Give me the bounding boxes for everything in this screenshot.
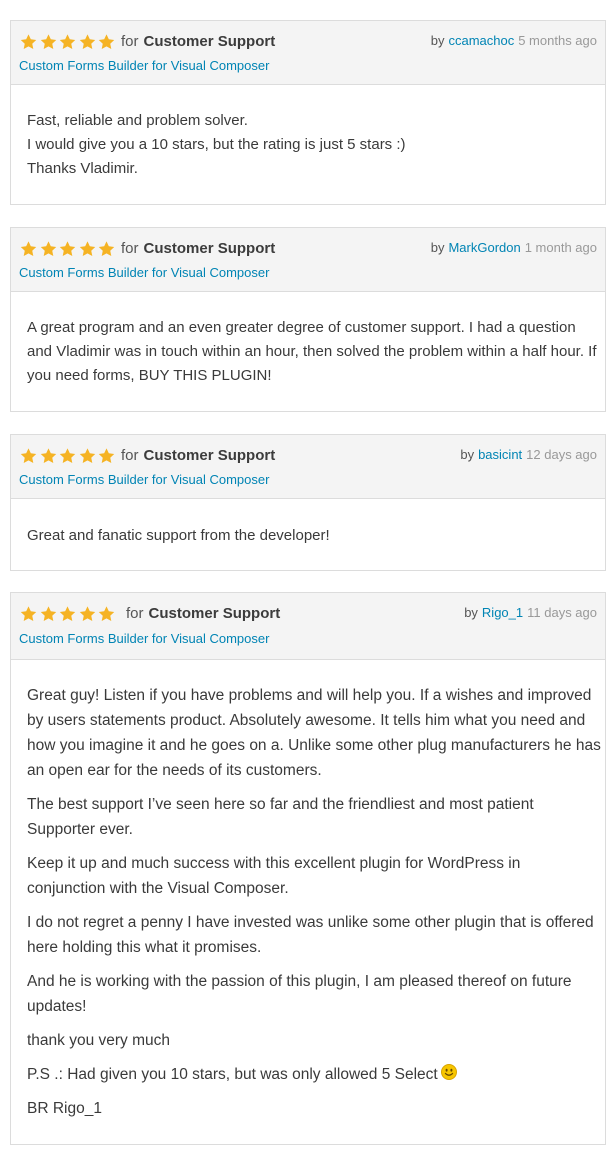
star-rating xyxy=(19,447,117,465)
star-icon xyxy=(78,240,97,258)
review-time: 11 days ago xyxy=(527,605,597,620)
review-category-line: for Customer Support xyxy=(121,240,275,257)
review-header: for Customer Support Custom Forms Builder… xyxy=(11,21,605,85)
star-icon xyxy=(19,605,38,623)
review-header: for Customer Support Custom Forms Builder… xyxy=(11,228,605,292)
star-icon xyxy=(19,33,38,51)
review-paragraph: And he is working with the passion of th… xyxy=(27,973,572,1015)
review-text-line: Thanks Vladimir. xyxy=(27,160,138,177)
review-paragraph-with-emoji: P.S .: Had given you 10 stars, but was o… xyxy=(27,1062,601,1087)
review-meta: by MarkGordon 1 month ago xyxy=(431,240,597,255)
review-category-line: for Customer Support xyxy=(121,447,275,464)
for-word: for xyxy=(121,447,139,464)
review-meta: by Rigo_1 11 days ago xyxy=(464,605,597,620)
author-link[interactable]: ccamachoc xyxy=(448,33,514,48)
star-icon xyxy=(97,33,116,51)
star-icon xyxy=(19,240,38,258)
smiley-emoji-icon xyxy=(440,1064,457,1080)
review-paragraph: Keep it up and much success with this ex… xyxy=(27,855,521,897)
review-meta: by ccamachoc 5 months ago xyxy=(431,33,597,48)
author-link[interactable]: MarkGordon xyxy=(448,240,520,255)
review-header: for Customer Support Custom Forms Builder… xyxy=(11,435,605,499)
star-rating xyxy=(19,33,117,51)
review-card: for Customer Support Custom Forms Builder… xyxy=(10,227,606,412)
product-link[interactable]: Custom Forms Builder for Visual Composer xyxy=(19,58,269,73)
review-text: A great program and an even greater degr… xyxy=(27,319,597,384)
review-card: for Customer Support Custom Forms Builder… xyxy=(10,20,606,205)
review-category: Customer Support xyxy=(148,605,281,622)
review-card: for Customer Support Custom Forms Builder… xyxy=(10,592,606,1145)
review-category-line: for Customer Support xyxy=(126,605,280,622)
by-word: by xyxy=(430,33,445,48)
review-category-line: for Customer Support xyxy=(121,33,275,50)
for-word: for xyxy=(121,240,139,257)
review-time: 5 months ago xyxy=(518,33,597,48)
product-link[interactable]: Custom Forms Builder for Visual Composer xyxy=(19,265,269,280)
review-text: Great and fanatic support from the devel… xyxy=(27,527,330,544)
review-paragraph: thank you very much xyxy=(27,1032,171,1049)
for-word: for xyxy=(126,605,144,622)
star-icon xyxy=(39,240,58,258)
star-icon xyxy=(39,447,58,465)
product-link[interactable]: Custom Forms Builder for Visual Composer xyxy=(19,472,269,487)
review-category: Customer Support xyxy=(143,240,276,257)
star-icon xyxy=(58,447,77,465)
star-icon xyxy=(19,447,38,465)
review-text-line: Fast, reliable and problem solver. xyxy=(27,112,248,129)
author-link[interactable]: basicint xyxy=(478,447,522,462)
author-link[interactable]: Rigo_1 xyxy=(482,605,523,620)
review-body: A great program and an even greater degr… xyxy=(11,292,605,388)
star-icon xyxy=(39,605,58,623)
star-icon xyxy=(78,33,97,51)
review-category: Customer Support xyxy=(143,447,276,464)
review-category: Customer Support xyxy=(143,33,276,50)
star-icon xyxy=(97,447,116,465)
star-icon xyxy=(78,605,97,623)
by-word: by xyxy=(460,447,475,462)
product-link[interactable]: Custom Forms Builder for Visual Composer xyxy=(19,631,269,646)
review-paragraph: BR Rigo_1 xyxy=(27,1100,102,1117)
review-time: 1 month ago xyxy=(524,240,597,255)
for-word: for xyxy=(121,33,139,50)
review-time: 12 days ago xyxy=(526,447,597,462)
review-body: Great guy! Listen if you have problems a… xyxy=(11,660,605,1121)
star-icon xyxy=(58,605,77,623)
review-body: Great and fanatic support from the devel… xyxy=(11,499,605,548)
star-icon xyxy=(78,447,97,465)
star-rating xyxy=(19,605,117,623)
review-header: for Customer Support Custom Forms Builder… xyxy=(11,593,605,660)
review-paragraph-text: P.S .: Had given you 10 stars, but was o… xyxy=(27,1066,438,1083)
by-word: by xyxy=(430,240,445,255)
star-icon xyxy=(97,240,116,258)
review-paragraph: The best support I’ve seen here so far a… xyxy=(27,796,534,838)
review-text-line: I would give you a 10 stars, but the rat… xyxy=(27,136,406,153)
star-rating xyxy=(19,240,117,258)
review-paragraph: I do not regret a penny I have invested … xyxy=(27,914,594,956)
star-icon xyxy=(97,605,116,623)
star-icon xyxy=(58,33,77,51)
review-body: Fast, reliable and problem solver. I wou… xyxy=(11,85,605,181)
star-icon xyxy=(39,33,58,51)
star-icon xyxy=(58,240,77,258)
review-meta: by basicint 12 days ago xyxy=(460,447,597,462)
review-paragraph: Great guy! Listen if you have problems a… xyxy=(27,687,601,779)
by-word: by xyxy=(464,605,478,620)
review-card: for Customer Support Custom Forms Builder… xyxy=(10,434,606,571)
